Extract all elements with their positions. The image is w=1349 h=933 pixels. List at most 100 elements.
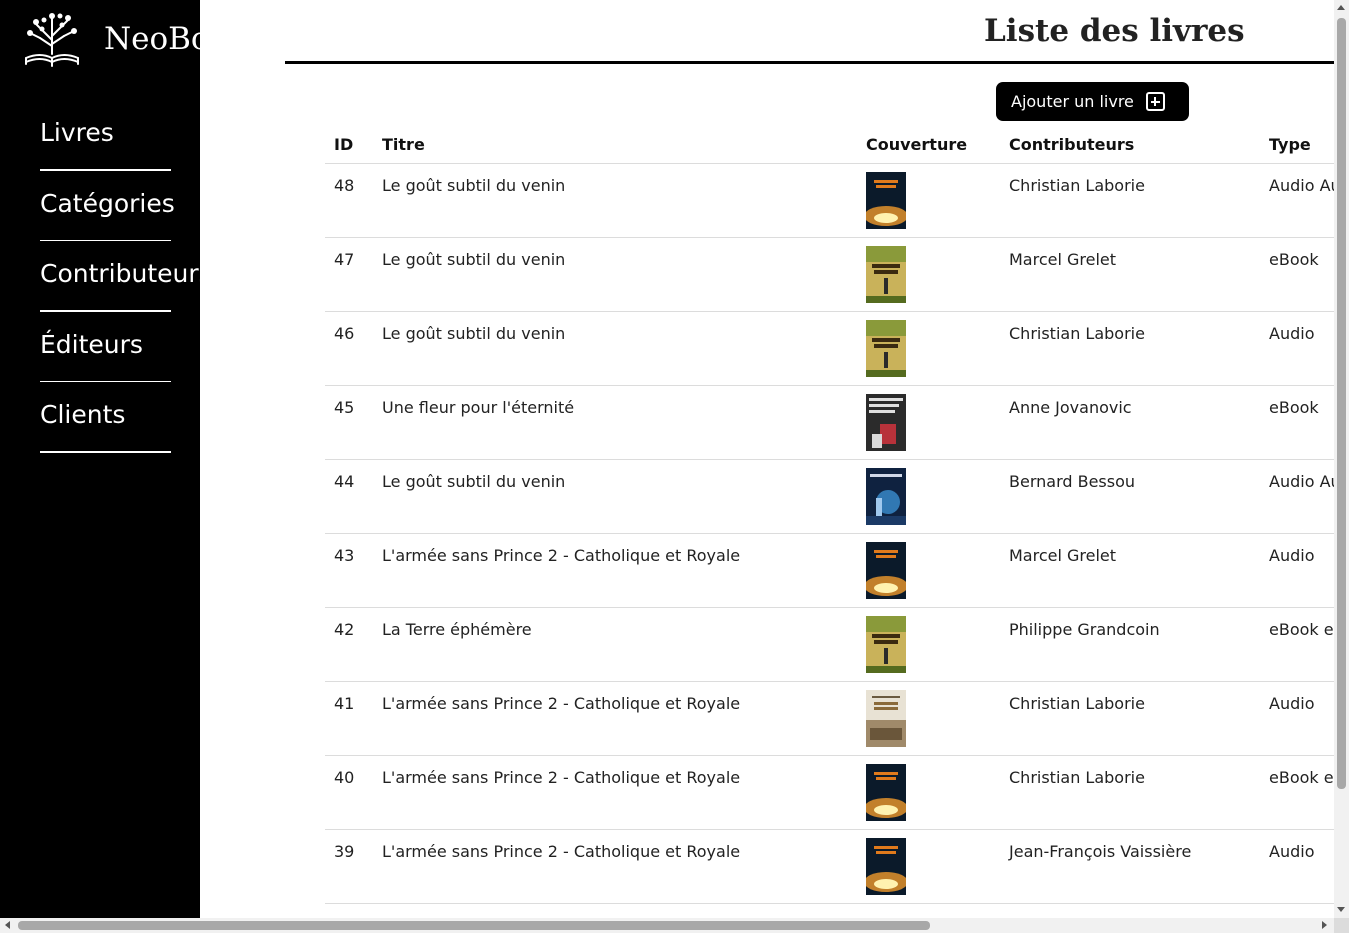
table-row[interactable]: 43 L'armée sans Prince 2 - Catholique et … — [325, 533, 1334, 608]
cell-contributor: Bernard Bessou — [1000, 459, 1260, 534]
cell-id: 46 — [325, 311, 373, 386]
cell-id: 41 — [325, 681, 373, 756]
table-row[interactable]: 47 Le goût subtil du venin Marcel Grelet eB… — [325, 237, 1334, 312]
cell-cover — [857, 311, 1000, 386]
column-header-title: Titre — [373, 125, 857, 164]
cell-contributor: Christian Laborie — [1000, 755, 1260, 830]
cell-title: L'armée sans Prince 2 - Catholique et Ro… — [373, 829, 857, 904]
cell-cover — [857, 829, 1000, 904]
book-cover-image[interactable] — [866, 467, 906, 525]
add-book-button[interactable]: Ajouter un livre — [996, 82, 1189, 121]
sidebar-nav: Livres Catégories Contributeurs Éditeurs… — [40, 100, 200, 453]
cell-cover — [857, 459, 1000, 534]
title-divider — [285, 61, 1334, 64]
cell-type: eBook e — [1260, 755, 1334, 830]
books-table: ID Titre Couverture Contributeurs Type 4… — [325, 125, 1334, 904]
vertical-scrollbar-thumb[interactable] — [1337, 18, 1346, 789]
cell-cover — [857, 385, 1000, 460]
cell-title: L'armée sans Prince 2 - Catholique et Ro… — [373, 755, 857, 830]
add-book-button-label: Ajouter un livre — [1011, 92, 1134, 111]
column-header-cover: Couverture — [857, 125, 1000, 164]
cell-title: Une fleur pour l'éternité — [373, 385, 857, 460]
sidebar-item-editeurs[interactable]: Éditeurs — [40, 312, 200, 383]
cell-contributor: Christian Laborie — [1000, 681, 1260, 756]
book-cover-image[interactable] — [866, 689, 906, 747]
sidebar: NeoBo Livres Catégories Contributeurs Éd… — [0, 0, 200, 918]
cell-type: eBook e — [1260, 607, 1334, 682]
page-title: Liste des livres — [984, 13, 1245, 49]
scroll-up-arrow-icon[interactable] — [1337, 5, 1345, 10]
table-row[interactable]: 41 L'armée sans Prince 2 - Catholique et … — [325, 681, 1334, 756]
table-row[interactable]: 45 Une fleur pour l'éternité Anne Jovanovi… — [325, 385, 1334, 460]
scroll-down-arrow-icon[interactable] — [1337, 907, 1345, 912]
brand-name: NeoBo — [104, 21, 200, 57]
cell-contributor: Marcel Grelet — [1000, 237, 1260, 312]
cell-contributor: Christian Laborie — [1000, 311, 1260, 386]
cell-id: 44 — [325, 459, 373, 534]
book-cover-image[interactable] — [866, 763, 906, 821]
sidebar-item-livres[interactable]: Livres — [40, 100, 200, 171]
scrollbar-corner — [1334, 918, 1349, 933]
cell-contributor: Jean-François Vaissière — [1000, 829, 1260, 904]
scroll-left-arrow-icon[interactable] — [5, 921, 10, 929]
logo[interactable]: NeoBo — [20, 10, 200, 70]
cell-title: L'armée sans Prince 2 - Catholique et Ro… — [373, 681, 857, 756]
cell-contributor: Philippe Grandcoin — [1000, 607, 1260, 682]
cell-id: 43 — [325, 533, 373, 608]
sidebar-item-clients[interactable]: Clients — [40, 382, 200, 453]
table-row[interactable]: 40 L'armée sans Prince 2 - Catholique et … — [325, 755, 1334, 830]
cell-id: 48 — [325, 163, 373, 238]
book-cover-image[interactable] — [866, 837, 906, 895]
cell-title: La Terre éphémère — [373, 607, 857, 682]
cell-type: Audio — [1260, 829, 1334, 904]
tree-book-logo-icon — [25, 13, 79, 67]
table-row[interactable]: 39 L'armée sans Prince 2 - Catholique et … — [325, 829, 1334, 904]
cell-title: Le goût subtil du venin — [373, 311, 857, 386]
cell-type: eBook — [1260, 385, 1334, 460]
book-cover-image[interactable] — [866, 171, 906, 229]
book-cover-image[interactable] — [866, 541, 906, 599]
cell-contributor: Christian Laborie — [1000, 163, 1260, 238]
cell-id: 47 — [325, 237, 373, 312]
sidebar-item-contributeurs[interactable]: Contributeurs — [40, 241, 200, 312]
cell-cover — [857, 163, 1000, 238]
column-header-contributors: Contributeurs — [1000, 125, 1260, 164]
table-row[interactable]: 42 La Terre éphémère Philippe Grandcoin eBo… — [325, 607, 1334, 682]
cell-id: 40 — [325, 755, 373, 830]
book-cover-image[interactable] — [866, 319, 906, 377]
column-header-id: ID — [325, 125, 373, 164]
scroll-right-arrow-icon[interactable] — [1322, 921, 1327, 929]
cell-title: Le goût subtil du venin — [373, 237, 857, 312]
book-cover-image[interactable] — [866, 615, 906, 673]
cell-cover — [857, 237, 1000, 312]
plus-square-icon — [1145, 92, 1165, 111]
cell-title: L'armée sans Prince 2 - Catholique et Ro… — [373, 533, 857, 608]
cell-id: 39 — [325, 829, 373, 904]
cell-cover — [857, 607, 1000, 682]
cell-type: Audio — [1260, 311, 1334, 386]
cell-type: eBook — [1260, 237, 1334, 312]
cell-cover — [857, 755, 1000, 830]
table-row[interactable]: 48 Le goût subtil du venin Christian Labor… — [325, 163, 1334, 238]
cell-type: Audio Au — [1260, 459, 1334, 534]
cell-type: Audio — [1260, 681, 1334, 756]
cell-type: Audio Au — [1260, 163, 1334, 238]
table-row[interactable]: 46 Le goût subtil du venin Christian Labor… — [325, 311, 1334, 386]
cell-cover — [857, 533, 1000, 608]
horizontal-scrollbar-thumb[interactable] — [18, 921, 930, 930]
cell-contributor: Anne Jovanovic — [1000, 385, 1260, 460]
column-header-type: Type — [1260, 125, 1334, 164]
cell-cover — [857, 681, 1000, 756]
book-cover-image[interactable] — [866, 245, 906, 303]
cell-type: Audio — [1260, 533, 1334, 608]
cell-contributor: Marcel Grelet — [1000, 533, 1260, 608]
book-cover-image[interactable] — [866, 393, 906, 451]
cell-id: 45 — [325, 385, 373, 460]
books-table-container: ID Titre Couverture Contributeurs Type 4… — [325, 125, 1334, 918]
table-row[interactable]: 44 Le goût subtil du venin Bernard Bessou A… — [325, 459, 1334, 534]
cell-title: Le goût subtil du venin — [373, 459, 857, 534]
cell-title: Le goût subtil du venin — [373, 163, 857, 238]
table-header-row: ID Titre Couverture Contributeurs Type — [325, 125, 1334, 164]
cell-id: 42 — [325, 607, 373, 682]
sidebar-item-categories[interactable]: Catégories — [40, 171, 200, 242]
